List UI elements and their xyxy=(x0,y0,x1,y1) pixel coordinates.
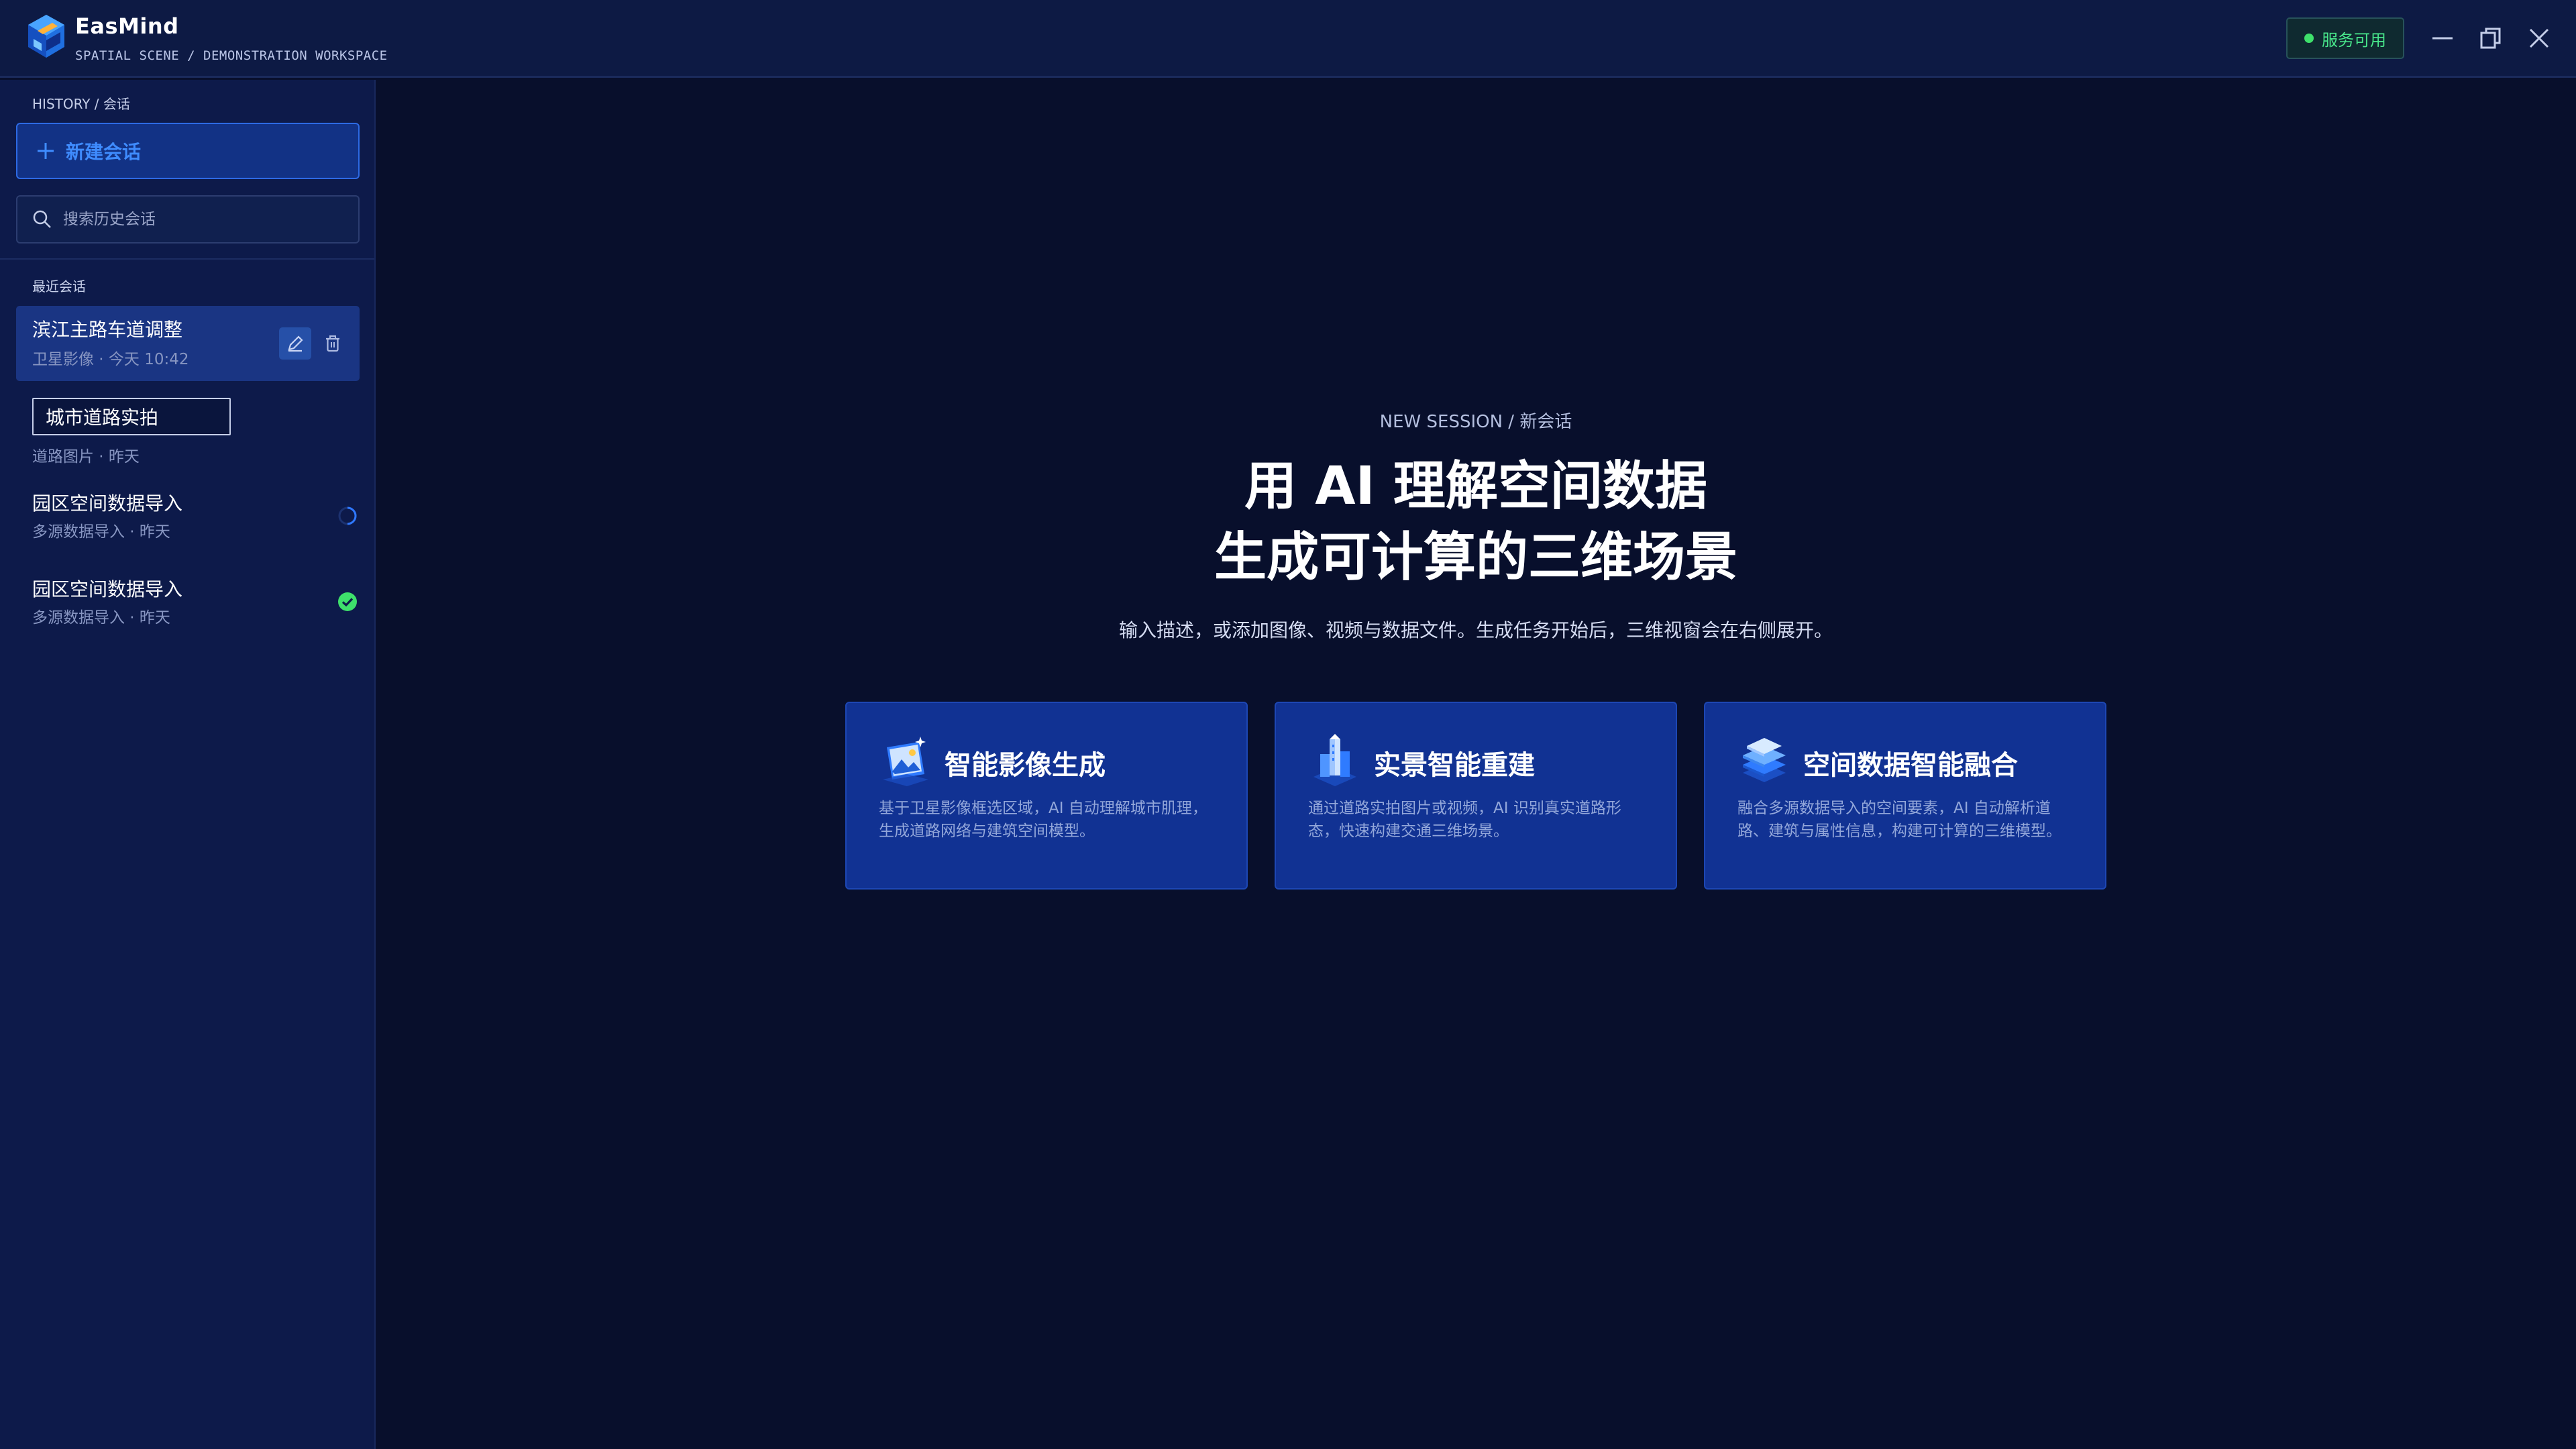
session-title: 滨江主路车道调整 xyxy=(32,319,183,341)
hero-title: 用 AI 理解空间数据 生成可计算的三维场景 xyxy=(376,451,2576,593)
session-meta: 多源数据导入 · 昨天 xyxy=(32,609,170,627)
history-sidebar: HISTORY / 会话 新建会话 最近会话 滨江主路车道调整 卫星影像 · 今… xyxy=(0,80,376,1449)
sidebar-divider xyxy=(0,258,374,260)
service-status-badge: 服务可用 xyxy=(2286,17,2404,59)
hero-title-line1: 用 AI 理解空间数据 xyxy=(1244,456,1707,517)
card-description: 通过道路实拍图片或视频，AI 识别真实道路形态，快速构建交通三维场景。 xyxy=(1308,800,1621,840)
hero-title-line2: 生成可计算的三维场景 xyxy=(1214,527,1737,588)
close-button[interactable] xyxy=(2521,20,2557,56)
new-chat-label: 新建会话 xyxy=(66,141,142,163)
card-title: 实景智能重建 xyxy=(1374,750,1535,781)
session-meta: 道路图片 · 昨天 xyxy=(32,448,140,466)
status-dot-icon xyxy=(2304,34,2314,43)
feature-card-reconstruction[interactable]: 实景智能重建 通过道路实拍图片或视频，AI 识别真实道路形态，快速构建交通三维场… xyxy=(1275,702,1677,890)
status-text: 服务可用 xyxy=(2322,30,2386,50)
trash-icon xyxy=(326,335,339,352)
card-title: 空间数据智能融合 xyxy=(1803,750,2018,781)
data-layers-icon xyxy=(1743,738,1786,782)
main-breadcrumb: NEW SESSION / 新会话 xyxy=(1379,412,1572,432)
check-circle-icon xyxy=(338,592,357,611)
image-generation-icon xyxy=(883,737,928,786)
feature-card-image-generation[interactable]: 智能影像生成 基于卫星影像框选区域，AI 自动理解城市肌理，生成道路网络与建筑空… xyxy=(845,702,1248,890)
minimize-icon xyxy=(2432,37,2453,40)
easmind-logo-icon xyxy=(28,15,64,58)
hero-subtitle: 输入描述，或添加图像、视频与数据文件。生成任务开始后，三维视窗会在右侧展开。 xyxy=(1118,619,1833,641)
search-box xyxy=(16,195,360,244)
session-item[interactable]: 园区空间数据导入 多源数据导入 · 昨天 xyxy=(16,489,360,553)
session-meta: 卫星影像 · 今天 10:42 xyxy=(32,351,189,368)
loading-spinner-icon xyxy=(338,506,357,525)
close-icon xyxy=(2529,28,2549,48)
rename-session-input[interactable] xyxy=(32,398,231,435)
session-title: 园区空间数据导入 xyxy=(32,578,183,600)
session-meta: 多源数据导入 · 昨天 xyxy=(32,523,170,541)
rename-session-button[interactable] xyxy=(279,327,311,360)
app-subtitle: SPATIAL SCENE / DEMONSTRATION WORKSPACE xyxy=(75,48,388,63)
title-bar: EasMind SPATIAL SCENE / DEMONSTRATION WO… xyxy=(0,0,2576,78)
delete-session-button[interactable] xyxy=(317,327,349,360)
app-name: EasMind xyxy=(75,13,179,39)
sidebar-breadcrumb: HISTORY / 会话 xyxy=(32,96,130,112)
card-title: 智能影像生成 xyxy=(945,750,1106,781)
minimize-button[interactable] xyxy=(2424,20,2461,56)
search-input[interactable] xyxy=(63,197,358,242)
search-icon xyxy=(33,210,51,228)
new-chat-button[interactable]: 新建会话 xyxy=(16,123,360,179)
recent-sessions-label: 最近会话 xyxy=(32,278,86,294)
session-title: 园区空间数据导入 xyxy=(32,492,183,515)
edit-icon xyxy=(288,335,303,352)
session-item[interactable]: 园区空间数据导入 多源数据导入 · 昨天 xyxy=(16,575,360,639)
feature-card-data-fusion[interactable]: 空间数据智能融合 融合多源数据导入的空间要素，AI 自动解析道路、建筑与属性信息… xyxy=(1704,702,2106,890)
card-description: 基于卫星影像框选区域，AI 自动理解城市肌理，生成道路网络与建筑空间模型。 xyxy=(879,800,1208,840)
restore-icon xyxy=(2480,28,2501,49)
card-description: 融合多源数据导入的空间要素，AI 自动解析道路、建筑与属性信息，构建可计算的三维… xyxy=(1737,800,2061,840)
city-reconstruction-icon xyxy=(1313,734,1356,786)
plus-icon xyxy=(38,143,54,159)
restore-button[interactable] xyxy=(2473,20,2509,56)
session-item-active[interactable]: 滨江主路车道调整 卫星影像 · 今天 10:42 xyxy=(16,306,360,381)
